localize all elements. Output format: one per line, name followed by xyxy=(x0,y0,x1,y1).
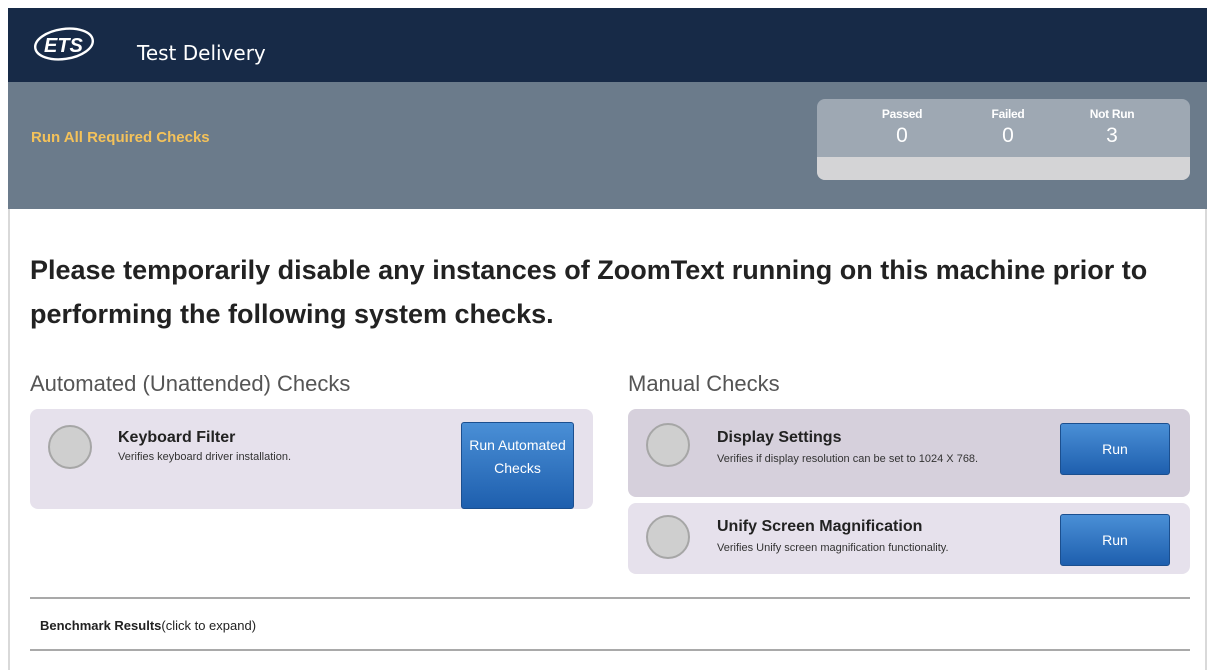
manual-checks-heading: Manual Checks xyxy=(628,371,780,396)
stats-progress-bar xyxy=(817,157,1190,180)
not-run-stat: Not Run 3 xyxy=(1072,107,1152,148)
top-bar: ETS Test Delivery xyxy=(8,8,1207,82)
display-settings-status-icon xyxy=(646,423,690,467)
unify-magnification-title: Unify Screen Magnification xyxy=(717,518,923,535)
not-run-count: 3 xyxy=(1106,124,1118,147)
run-automated-checks-button[interactable]: Run Automated Checks xyxy=(461,422,574,509)
keyboard-filter-description: Verifies keyboard driver installation. xyxy=(118,451,292,463)
app-window: ETS Test Delivery Run All Required Check… xyxy=(8,8,1207,670)
passed-count: 0 xyxy=(896,124,908,147)
benchmark-results-toggle[interactable]: Benchmark Results(click to expand) xyxy=(40,618,256,633)
run-automated-checks-label: Run Automated Checks xyxy=(469,437,566,476)
display-settings-card: Display Settings Verifies if display res… xyxy=(628,409,1190,497)
unify-magnification-description: Verifies Unify screen magnification func… xyxy=(717,542,949,554)
unify-magnification-status-icon xyxy=(646,515,690,559)
run-display-settings-button[interactable]: Run xyxy=(1060,423,1170,475)
keyboard-filter-title: Keyboard Filter xyxy=(118,429,236,446)
not-run-label: Not Run xyxy=(1089,107,1135,121)
passed-stat: Passed 0 xyxy=(862,107,942,148)
benchmark-bottom-divider xyxy=(30,649,1190,651)
failed-label: Failed xyxy=(991,107,1025,121)
display-settings-title: Display Settings xyxy=(717,429,842,446)
keyboard-filter-card: Keyboard Filter Verifies keyboard driver… xyxy=(30,409,593,509)
unify-screen-magnification-card: Unify Screen Magnification Verifies Unif… xyxy=(628,503,1190,574)
benchmark-results-hint: (click to expand) xyxy=(161,618,257,633)
failed-stat: Failed 0 xyxy=(968,107,1048,148)
run-all-checks-link[interactable]: Run All Required Checks xyxy=(31,129,210,146)
ets-logo: ETS xyxy=(34,27,94,61)
zoomtext-warning: Please temporarily disable any instances… xyxy=(30,255,1148,329)
failed-count: 0 xyxy=(1002,124,1014,147)
keyboard-filter-status-icon xyxy=(48,425,92,469)
automated-checks-heading: Automated (Unattended) Checks xyxy=(30,371,351,396)
run-unify-magnification-button[interactable]: Run xyxy=(1060,514,1170,566)
check-stats-panel: Passed 0 Failed 0 Not Run 3 xyxy=(817,99,1190,180)
app-title: Test Delivery xyxy=(137,41,266,65)
svg-text:ETS: ETS xyxy=(44,35,84,57)
summary-band: Run All Required Checks Passed 0 Failed … xyxy=(8,82,1207,209)
passed-label: Passed xyxy=(881,107,923,121)
display-settings-description: Verifies if display resolution can be se… xyxy=(717,453,979,465)
content-border-left xyxy=(8,209,10,670)
benchmark-top-divider xyxy=(30,597,1190,599)
benchmark-results-label: Benchmark Results xyxy=(40,618,162,633)
